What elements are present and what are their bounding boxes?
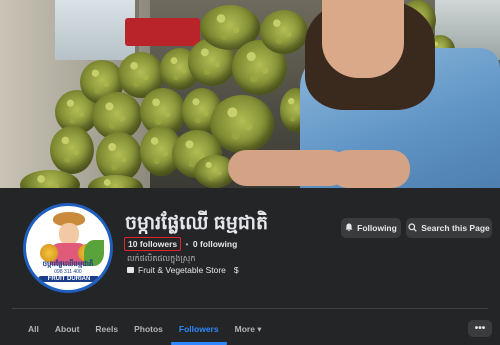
following-button[interactable]: Following: [341, 218, 401, 238]
avatar-fruit: [40, 244, 58, 262]
avatar-logo-phone: 098 311 400: [54, 269, 82, 275]
more-options-icon[interactable]: •••: [468, 320, 492, 337]
avatar-logo-brand: FRUIT DURIAN: [38, 276, 100, 282]
search-page-button-label: Search this Page: [421, 223, 490, 233]
durian-fruit: [50, 126, 94, 174]
avatar-logo: ចម្ការផ្លែឈើធម្មជាតិ 098 311 400 FRUIT D…: [26, 206, 110, 290]
page-intro: លក់ផលិតផលក្នុងស្រុក: [127, 254, 196, 263]
followers-count[interactable]: 10 followers: [124, 237, 182, 251]
person-arm: [330, 150, 410, 188]
page-avatar[interactable]: ចម្ការផ្លែឈើធម្មជាតិ 098 311 400 FRUIT D…: [23, 203, 113, 293]
page-stats: 10 followers • 0 following: [124, 237, 237, 251]
category-label: Fruit & Vegetable Store: [138, 265, 226, 275]
person-face: [322, 0, 404, 78]
following-button-label: Following: [357, 223, 397, 233]
tab-followers[interactable]: Followers: [170, 318, 227, 345]
stats-separator: •: [185, 239, 189, 249]
cover-photo[interactable]: [0, 0, 500, 188]
durian-fruit: [260, 10, 308, 54]
profile-tabs: All About Reels Photos Followers More ▾: [20, 318, 270, 345]
page-title: ចម្ការផ្លែឈើ ធម្មជាតិ: [125, 213, 269, 234]
following-count[interactable]: 0 following: [193, 239, 237, 249]
tab-about[interactable]: About: [47, 318, 88, 345]
search-page-button[interactable]: Search this Page: [406, 218, 492, 238]
search-icon: [408, 222, 417, 234]
tabs-divider: [12, 308, 488, 309]
avatar-face: [59, 223, 79, 245]
category-icon: [127, 267, 134, 273]
tab-more[interactable]: More ▾: [227, 318, 270, 345]
tab-photos[interactable]: Photos: [126, 318, 171, 345]
cover-red-container: [125, 18, 200, 46]
bell-icon: [345, 223, 353, 234]
page-category: Fruit & Vegetable Store $: [127, 265, 239, 275]
tab-all[interactable]: All: [20, 318, 47, 345]
tab-reels[interactable]: Reels: [87, 318, 126, 345]
avatar-logo-title: ចម្ការផ្លែឈើធម្មជាតិ: [42, 261, 94, 268]
price-level: $: [233, 265, 239, 275]
